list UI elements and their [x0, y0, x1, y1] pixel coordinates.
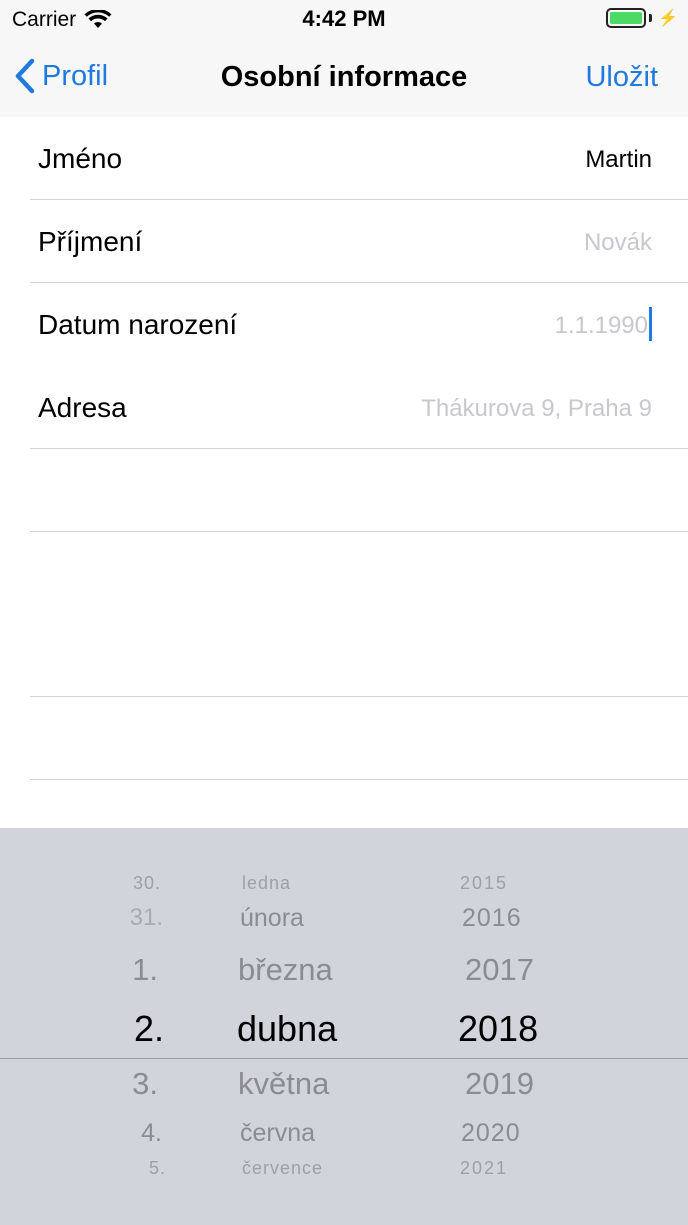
- battery-fill: [610, 12, 643, 24]
- picker-month[interactable]: června: [240, 1119, 315, 1148]
- picker-year-selected[interactable]: 2018: [458, 1008, 538, 1050]
- picker-month[interactable]: února: [240, 904, 304, 933]
- birth-date-label: Datum narození: [38, 309, 238, 340]
- first-name-label: Jméno: [38, 143, 123, 174]
- picker-day[interactable]: 3.: [132, 1066, 158, 1102]
- form-row-address[interactable]: Adresa Thákurova 9, Praha 9: [30, 366, 688, 449]
- date-picker[interactable]: 30. 31. 1. 2. 3. 4. 5. ledna února březn…: [0, 828, 688, 1225]
- picker-year[interactable]: 2017: [465, 952, 534, 988]
- picker-selection-line: [0, 1058, 688, 1059]
- empty-table-row: [30, 697, 688, 780]
- last-name-field[interactable]: Novák: [584, 229, 652, 257]
- address-label: Adresa: [38, 392, 127, 423]
- picker-day[interactable]: 5.: [149, 1158, 166, 1179]
- empty-table-row: [30, 449, 688, 532]
- form-row-birth-date[interactable]: Datum narození 1.1.1990: [30, 283, 688, 366]
- personal-info-form: Jméno Martin Příjmení Novák Datum naroze…: [0, 117, 688, 780]
- picker-month-selected[interactable]: dubna: [237, 1008, 337, 1050]
- picker-month[interactable]: března: [238, 952, 333, 988]
- picker-day-selected[interactable]: 2.: [134, 1008, 164, 1050]
- navigation-bar: Profil Osobní informace Uložit: [0, 40, 688, 117]
- empty-table-row: [30, 532, 688, 697]
- form-row-first-name[interactable]: Jméno Martin: [30, 117, 688, 200]
- text-cursor: [649, 307, 652, 341]
- picker-day[interactable]: 4.: [141, 1119, 162, 1148]
- battery-icon: ⚡: [606, 8, 678, 28]
- picker-day[interactable]: 31.: [130, 904, 163, 932]
- form-row-last-name[interactable]: Příjmení Novák: [30, 200, 688, 283]
- picker-month[interactable]: ledna: [242, 873, 291, 894]
- address-field[interactable]: Thákurova 9, Praha 9: [421, 395, 652, 423]
- picker-year[interactable]: 2021: [460, 1158, 508, 1179]
- picker-year[interactable]: 2019: [465, 1066, 534, 1102]
- picker-month[interactable]: července: [242, 1158, 323, 1179]
- first-name-field[interactable]: Martin: [585, 146, 652, 174]
- picker-year[interactable]: 2015: [460, 873, 508, 894]
- birth-date-field[interactable]: 1.1.1990: [555, 312, 648, 340]
- picker-year[interactable]: 2016: [462, 904, 522, 933]
- picker-year[interactable]: 2020: [461, 1119, 521, 1148]
- picker-day[interactable]: 30.: [133, 873, 161, 894]
- picker-month[interactable]: května: [238, 1066, 329, 1102]
- picker-day[interactable]: 1.: [132, 952, 158, 988]
- last-name-label: Příjmení: [38, 226, 143, 257]
- status-bar: Carrier 4:42 PM ⚡: [0, 0, 688, 40]
- charging-bolt-icon: ⚡: [658, 10, 678, 27]
- clock: 4:42 PM: [302, 6, 386, 31]
- save-button[interactable]: Uložit: [585, 61, 658, 94]
